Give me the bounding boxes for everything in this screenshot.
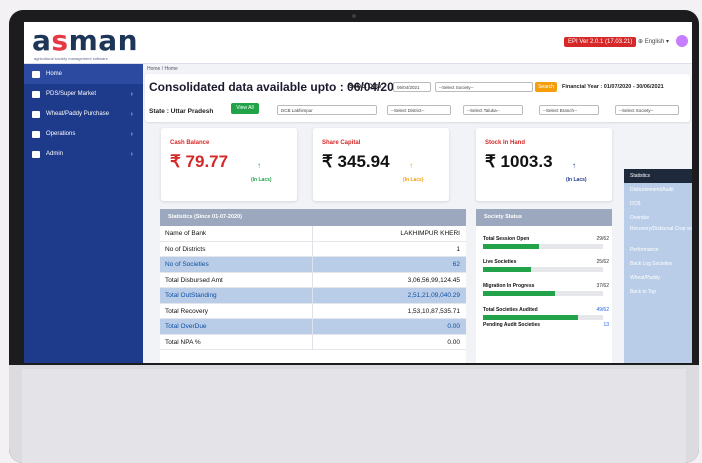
version-badge: EPI Ver 2.0.1 (17.03.21) <box>564 37 637 47</box>
sidebar-item-label: PDS/Super Market <box>46 91 97 97</box>
logo-part-s: s <box>51 24 69 57</box>
society-select[interactable]: --Select Society-- <box>615 105 679 115</box>
user-icon <box>32 150 40 158</box>
table-row: Name of Bank LAKHIMPUR KHERI <box>160 226 466 242</box>
stock-in-hand-card[interactable]: Stock In Hand ₹ 1003.3 ↑ (In Lacs) <box>476 128 612 201</box>
laptop-chin-panel <box>22 369 686 463</box>
app-tagline: agricultural society management software <box>34 56 108 61</box>
date-input[interactable]: 06/04/2021 <box>393 82 431 92</box>
progress-bar <box>483 244 603 249</box>
nav-overdue[interactable]: Overdue <box>624 211 692 225</box>
chevron-right-icon: › <box>130 150 133 158</box>
home-icon <box>32 70 40 78</box>
view-all-button[interactable]: View All <box>231 103 259 114</box>
chevron-right-icon: › <box>130 90 133 98</box>
stock-in-hand-value: ₹ 1003.3 <box>485 152 553 171</box>
top-bar: asman agricultural society management so… <box>24 22 692 64</box>
financial-year: Financial Year : 01/07/2020 - 30/06/2021 <box>562 84 664 90</box>
cash-balance-card[interactable]: Cash Balance ₹ 79.77 ↑ (In Lacs) <box>161 128 297 201</box>
progress-fill <box>483 315 578 320</box>
branch-select[interactable]: --Select Branch-- <box>539 105 599 115</box>
nav-statistics[interactable]: Statistics <box>624 169 692 183</box>
share-capital-label: Share Capital <box>322 140 361 146</box>
bank-select[interactable]: DCB Lakhimpur <box>277 105 377 115</box>
table-row: Total NPA % 0.00 <box>160 334 466 350</box>
cash-balance-value: ₹ 79.77 <box>170 152 229 171</box>
district-select[interactable]: --Select District-- <box>387 105 451 115</box>
society-status-title: Society Status <box>476 209 612 226</box>
filter-card: Consolidated data available upto : 06/04… <box>145 74 690 122</box>
webcam-dot <box>352 14 356 18</box>
stock-in-hand-unit: (In Lacs) <box>566 177 587 183</box>
share-capital-unit: (In Lacs) <box>403 177 424 183</box>
society-status-panel: Society Status Total Session Open 29/62 … <box>476 209 612 363</box>
progress-bar <box>483 267 603 272</box>
progress-fill <box>483 291 555 296</box>
nav-performance[interactable]: Performance <box>624 243 692 257</box>
nav-disbursement-audit[interactable]: Disbursement/Audit <box>624 183 692 197</box>
chevron-right-icon: › <box>130 130 133 138</box>
arrow-up-icon: ↑ <box>257 161 261 170</box>
statistics-table: Statistics (Since 01-07-2020) Name of Ba… <box>160 209 466 363</box>
logo-part-man: man <box>68 24 139 57</box>
globe-icon: ⊕ <box>638 39 644 45</box>
breadcrumb: Home / Home <box>147 66 178 72</box>
search-button[interactable]: Search <box>535 82 557 92</box>
taluka-select[interactable]: --Select Taluka-- <box>463 105 523 115</box>
progress-bar <box>483 291 603 296</box>
table-row: Total OutStanding 2,51,21,09,040.29 <box>160 288 466 304</box>
chevron-right-icon: › <box>130 110 133 118</box>
user-avatar-icon[interactable] <box>676 35 688 47</box>
nav-back-log-societies[interactable]: Back Log Societies <box>624 257 692 271</box>
store-icon <box>32 90 40 98</box>
stock-in-hand-label: Stock In Hand <box>485 140 526 146</box>
language-label: English ▾ <box>644 39 670 45</box>
nav-back-to-top[interactable]: Back to Top <box>624 285 692 299</box>
table-row: No of Societies 62 <box>160 257 466 273</box>
sidebar-item-home[interactable]: Home <box>24 64 143 84</box>
cash-balance-unit: (In Lacs) <box>251 177 272 183</box>
logo-part-a: a <box>32 24 52 57</box>
sidebar-item-admin[interactable]: Admin › <box>24 144 143 164</box>
share-capital-card[interactable]: Share Capital ₹ 345.94 ↑ (In Lacs) <box>313 128 449 201</box>
progress-fill <box>483 267 531 272</box>
progress-bar <box>483 315 603 320</box>
folder-icon <box>32 130 40 138</box>
app-screen: asman agricultural society management so… <box>24 22 692 363</box>
table-row: No of Districts 1 <box>160 241 466 257</box>
arrow-up-icon: ↑ <box>409 161 413 170</box>
nav-wheat-paddy[interactable]: Wheat/Paddy <box>624 271 692 285</box>
sidebar-item-wheat-paddy[interactable]: Wheat/Paddy Purchase › <box>24 104 143 124</box>
sidebar-item-pds[interactable]: PDS/Super Market › <box>24 84 143 104</box>
cash-balance-label: Cash Balance <box>170 140 210 146</box>
arrow-up-icon: ↑ <box>572 161 576 170</box>
sidebar-item-label: Wheat/Paddy Purchase <box>46 111 110 117</box>
sidebar-item-label: Home <box>46 71 63 77</box>
table-row: Total OverDue 0.00 <box>160 319 466 335</box>
nav-recovery-disbursal[interactable]: Recovery/Disbursal Crop wise <box>624 225 692 243</box>
society-select-top[interactable]: --Select Society-- <box>435 82 533 92</box>
table-row: Total Recovery 1,53,10,87,535.71 <box>160 303 466 319</box>
language-selector[interactable]: ⊕ English ▾ <box>638 38 669 45</box>
statistics-title: Statistics (Since 01-07-2020) <box>160 209 466 226</box>
progress-fill <box>483 244 540 249</box>
section-nav-menu: Statistics Disbursement/Audit DCB Overdu… <box>624 169 692 363</box>
sidebar-item-label: Operations <box>46 131 76 137</box>
select-date-label: Select Date <box>349 84 382 90</box>
monitor-icon <box>32 110 40 118</box>
nav-dcb[interactable]: DCB <box>624 197 692 211</box>
share-capital-value: ₹ 345.94 <box>322 152 390 171</box>
sidebar: Home PDS/Super Market › Wheat/Paddy Purc… <box>24 64 143 363</box>
table-row: Total Disbursed Amt 3,06,56,99,124.45 <box>160 272 466 288</box>
app-logo[interactable]: asman <box>32 24 138 57</box>
sidebar-item-label: Admin <box>46 151 64 157</box>
sidebar-item-operations[interactable]: Operations › <box>24 124 143 144</box>
state-label: State : Uttar Pradesh <box>149 108 214 115</box>
main-content: Home / Home Consolidated data available … <box>143 64 692 363</box>
